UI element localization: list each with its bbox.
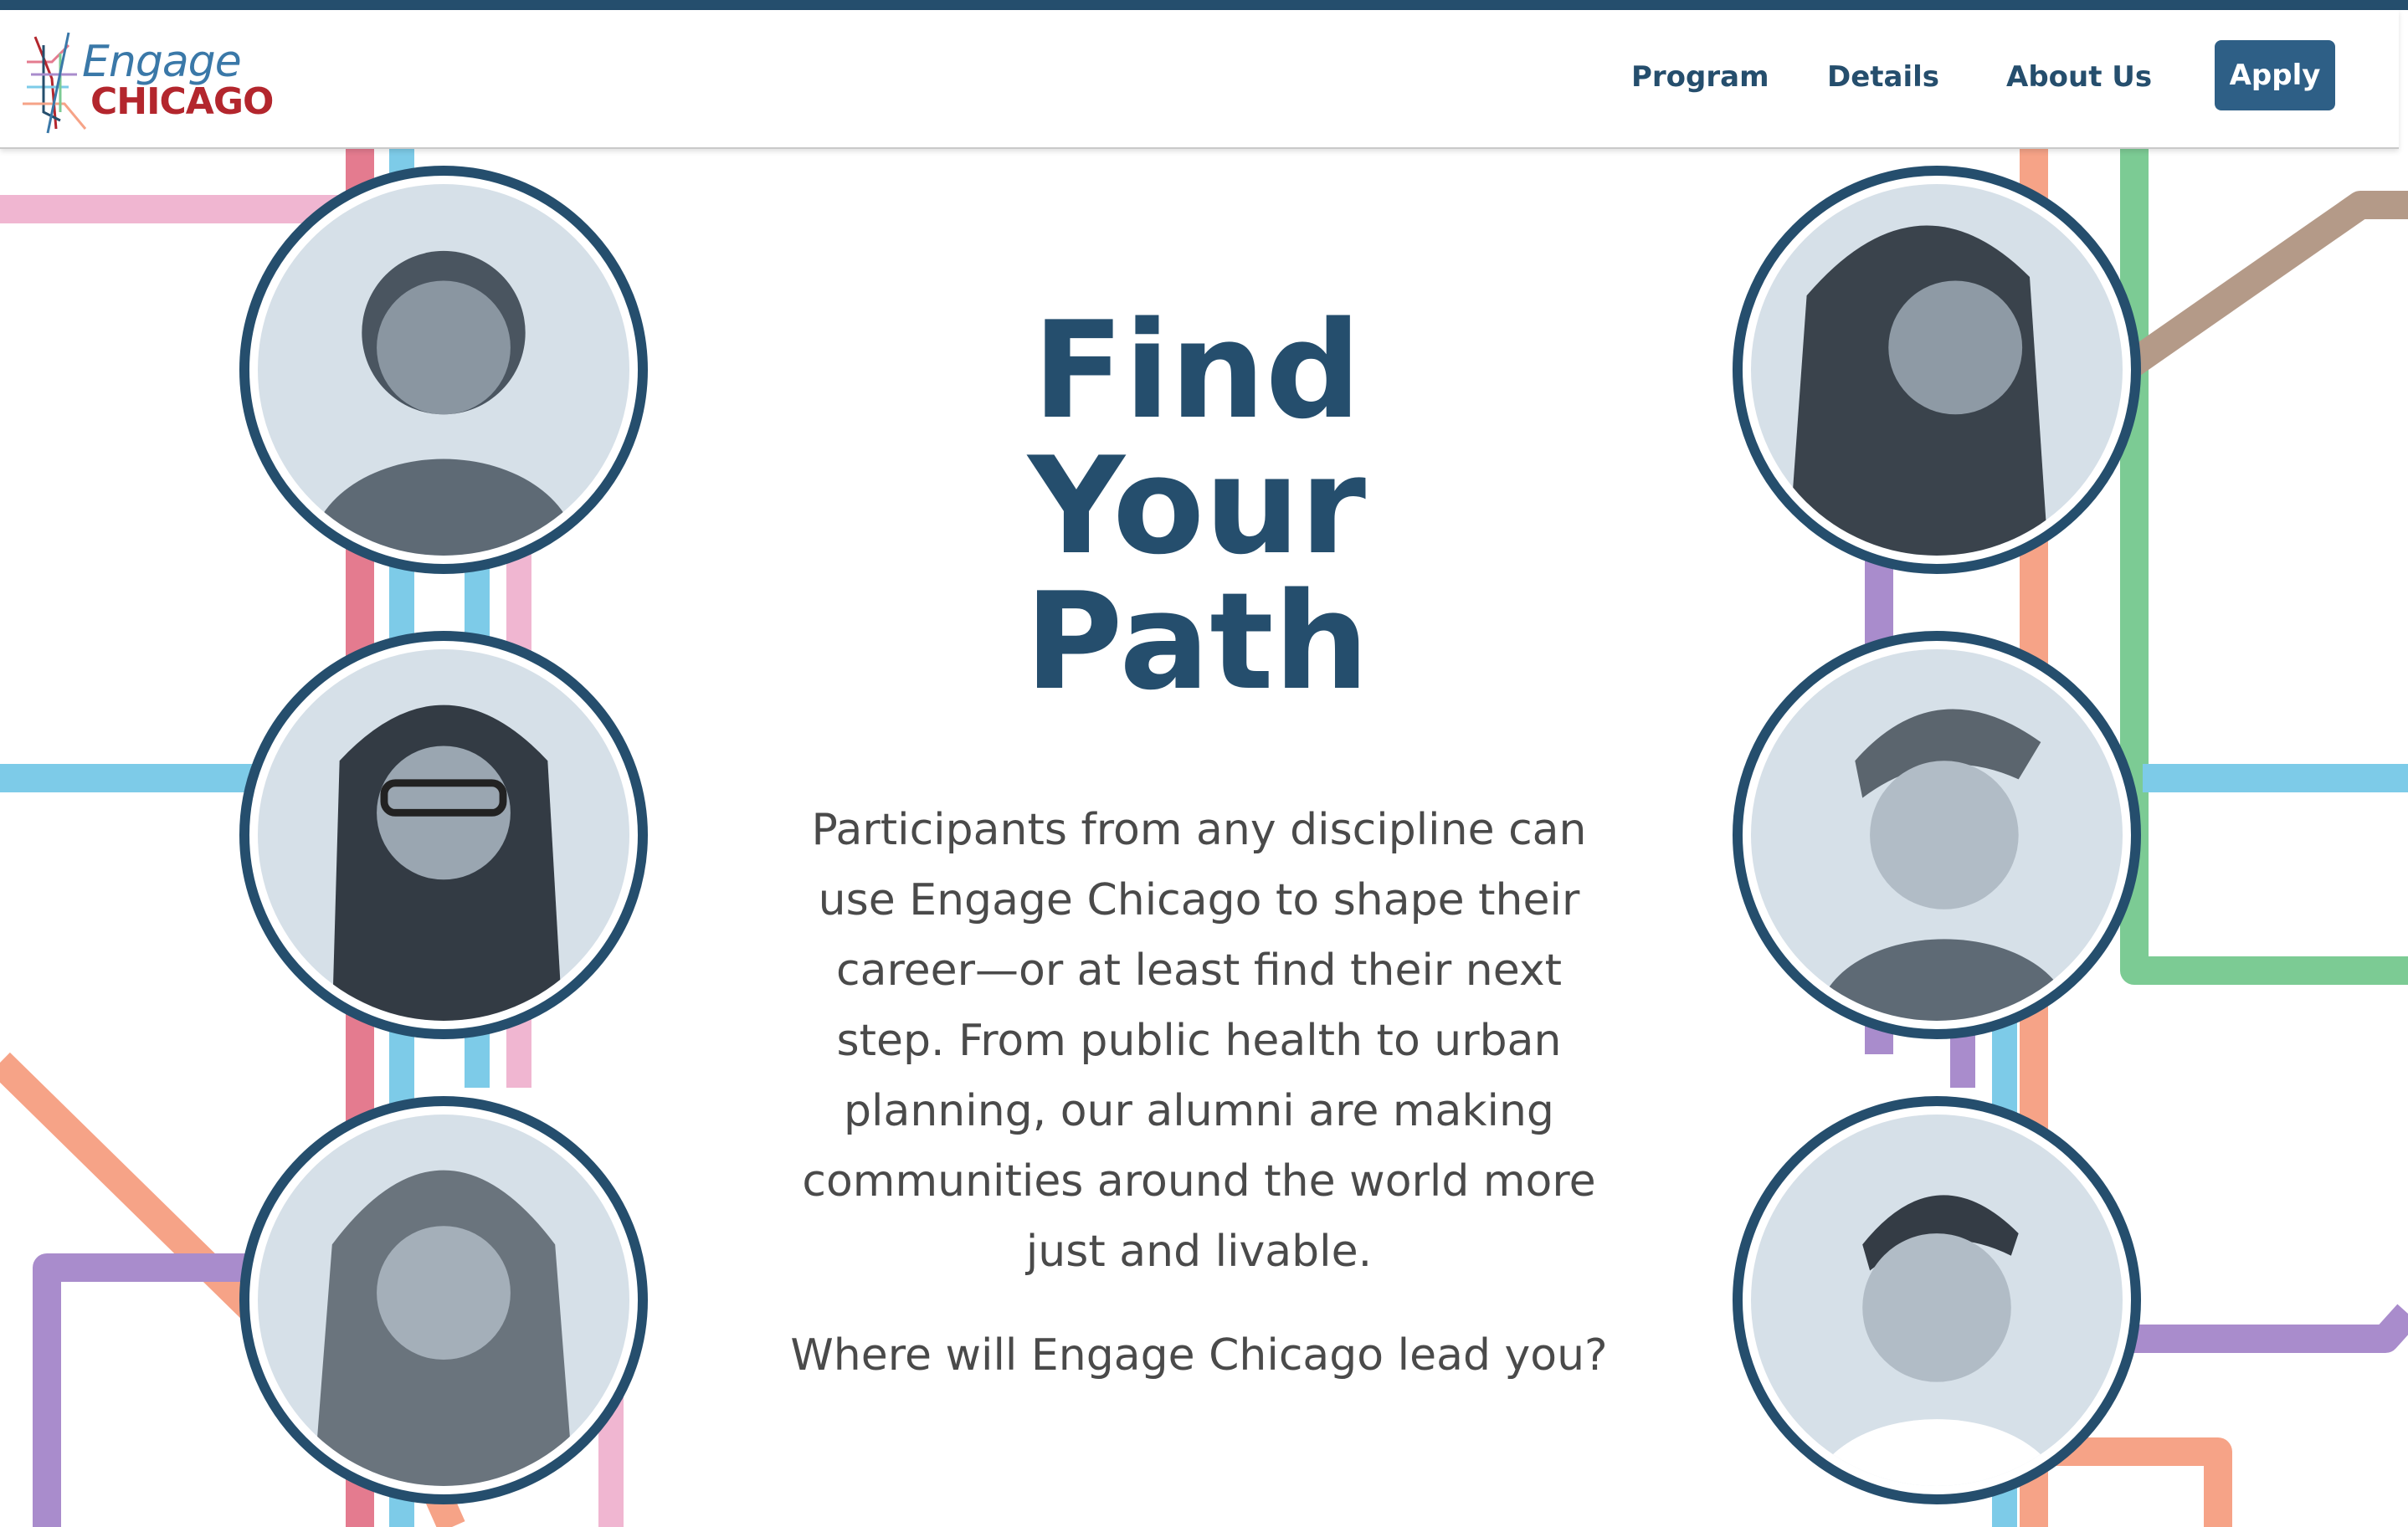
portrait-icon — [331, 705, 563, 1021]
hero-title-line-1: Find — [1032, 292, 1362, 448]
participant-photo-6 — [1733, 1096, 2141, 1504]
engage-chicago-logo[interactable]: Engage CHICAGO — [18, 28, 274, 137]
hero-description: Participants from any discipline can use… — [802, 805, 1596, 1277]
participant-photo-3 — [239, 1096, 648, 1504]
nav-program[interactable]: Program — [1631, 60, 1769, 94]
participant-photo-4 — [1733, 166, 2141, 574]
portrait-icon — [1788, 225, 2049, 556]
site-header: Engage CHICAGO Program Details About Us … — [0, 10, 2399, 149]
nav-details[interactable]: Details — [1827, 60, 1939, 94]
participant-photo-2 — [239, 631, 648, 1039]
logo-text-chicago: CHICAGO — [90, 80, 274, 123]
participant-photo-5 — [1733, 631, 2141, 1039]
nav-about-us[interactable]: About Us — [2006, 60, 2152, 94]
logo-text-engage: Engage — [82, 37, 242, 87]
portrait-icon — [310, 250, 578, 556]
apply-button[interactable]: Apply — [2215, 40, 2335, 110]
portrait-icon — [313, 1170, 574, 1486]
hero-question: Where will Engage Chicago lead you? — [790, 1330, 1608, 1381]
hero-title-line-3: Path — [1024, 563, 1369, 720]
hero-title-line-2: Your — [1028, 428, 1366, 584]
portrait-icon — [1812, 1195, 2061, 1486]
portrait-icon — [1817, 709, 2071, 1021]
participant-photo-1 — [239, 166, 648, 574]
